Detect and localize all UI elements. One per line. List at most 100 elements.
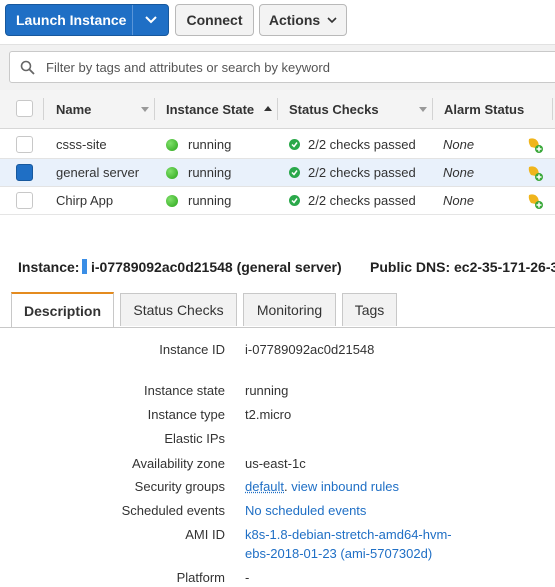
sort-ascending-icon[interactable]	[264, 106, 272, 111]
tab-monitoring-label: Monitoring	[257, 302, 322, 318]
launch-instance-button[interactable]: Launch Instance	[5, 4, 169, 36]
ami-id-link-line1[interactable]: k8s-1.8-debian-stretch-amd64-hvm-	[245, 527, 452, 542]
column-checks-label: Status Checks	[289, 102, 379, 117]
column-name-label: Name	[56, 102, 91, 117]
public-dns-value: ec2-35-171-26-3	[454, 259, 555, 275]
tab-status-checks[interactable]: Status Checks	[120, 293, 237, 326]
actions-button[interactable]: Actions	[259, 4, 347, 36]
instance-name: csss-site	[56, 131, 107, 158]
alarm-status: None	[443, 187, 474, 214]
table-row[interactable]: csss-site running 2/2 checks passed None	[0, 131, 555, 159]
row-checkbox[interactable]	[16, 192, 33, 209]
platform-value: -	[245, 570, 249, 585]
tab-monitoring[interactable]: Monitoring	[243, 293, 336, 326]
instance-state: running	[166, 159, 231, 186]
filter-bar: Filter by tags and attributes or search …	[0, 44, 555, 92]
instance-state: running	[166, 131, 231, 158]
instance-type-value: t2.micro	[245, 407, 291, 422]
security-groups-value: default. view inbound rules	[245, 479, 399, 494]
status-checks[interactable]: 2/2 checks passed	[289, 187, 416, 214]
ami-id-link-line2[interactable]: ebs-2018-01-23 (ami-5707302d)	[245, 546, 432, 561]
description-panel: Instance ID i-07789092ac0d21548 Instance…	[0, 328, 555, 587]
ami-id-label: AMI ID	[185, 527, 225, 542]
column-divider	[277, 98, 278, 120]
elastic-ips-label: Elastic IPs	[164, 431, 225, 446]
scheduled-events-link[interactable]: No scheduled events	[245, 503, 366, 518]
column-divider	[154, 98, 155, 120]
filter-search-input[interactable]: Filter by tags and attributes or search …	[9, 51, 555, 83]
detail-tabs: Description Status Checks Monitoring Tag…	[0, 293, 555, 328]
alarm-status: None	[443, 159, 474, 186]
column-alarm-label: Alarm Status	[444, 102, 524, 117]
column-divider	[43, 98, 44, 120]
chevron-down-icon[interactable]	[133, 16, 168, 24]
instance-state-label: Instance state	[144, 383, 225, 398]
running-status-icon	[166, 195, 178, 207]
column-divider	[432, 98, 433, 120]
instance-label: Instance:	[18, 259, 79, 275]
column-header-alarm-status[interactable]: Alarm Status	[444, 90, 524, 128]
table-row[interactable]: Chirp App running 2/2 checks passed None	[0, 187, 555, 215]
instance-name: general server	[56, 159, 139, 186]
sort-icon[interactable]	[419, 107, 427, 112]
launch-instance-label: Launch Instance	[6, 12, 132, 28]
instance-name: Chirp App	[56, 187, 113, 214]
instance-id-label: Instance ID	[159, 342, 225, 357]
availability-zone-label: Availability zone	[132, 456, 225, 471]
instance-type-label: Instance type	[148, 407, 225, 422]
scheduled-events-label: Scheduled events	[122, 503, 225, 518]
select-all-checkbox[interactable]	[16, 100, 33, 117]
instance-state-label: running	[188, 137, 231, 152]
filter-placeholder: Filter by tags and attributes or search …	[46, 60, 330, 75]
status-checks-label: 2/2 checks passed	[308, 165, 416, 180]
toolbar: Launch Instance Connect Actions	[0, 0, 555, 44]
instance-value: i-07789092ac0d21548 (general server)	[91, 259, 342, 275]
tab-description-label: Description	[24, 303, 101, 319]
sort-icon[interactable]	[141, 107, 149, 112]
instance-state-value: running	[245, 383, 288, 398]
tab-description[interactable]: Description	[11, 292, 114, 327]
tab-status-checks-label: Status Checks	[133, 302, 223, 318]
instances-table-header: Name Instance State Status Checks Alarm …	[0, 90, 555, 129]
column-header-instance-state[interactable]: Instance State	[166, 90, 254, 128]
connect-label: Connect	[187, 12, 243, 28]
instance-state-label: running	[188, 165, 231, 180]
selected-instance-bar: Instance: i-07789092ac0d21548 (general s…	[0, 244, 555, 286]
tab-tags-label: Tags	[355, 302, 385, 318]
check-passed-icon	[289, 139, 300, 150]
status-checks-label: 2/2 checks passed	[308, 193, 416, 208]
status-checks[interactable]: 2/2 checks passed	[289, 131, 416, 158]
status-checks-label: 2/2 checks passed	[308, 137, 416, 152]
actions-label: Actions	[269, 12, 320, 28]
instance-state-label: running	[188, 193, 231, 208]
column-header-name[interactable]: Name	[56, 90, 91, 128]
running-status-icon	[166, 139, 178, 151]
create-alarm-icon[interactable]	[526, 136, 544, 157]
create-alarm-icon[interactable]	[526, 164, 544, 185]
check-passed-icon	[289, 195, 300, 206]
table-row[interactable]: general server running 2/2 checks passed…	[0, 159, 555, 187]
alarm-status: None	[443, 131, 474, 158]
instance-id-value: i-07789092ac0d21548	[245, 342, 374, 357]
check-passed-icon	[289, 167, 300, 178]
running-status-icon	[166, 167, 178, 179]
empty-list-area	[0, 214, 555, 245]
connect-button[interactable]: Connect	[175, 4, 254, 36]
security-groups-label: Security groups	[135, 479, 225, 494]
create-alarm-icon[interactable]	[526, 192, 544, 213]
view-inbound-rules-link[interactable]: view inbound rules	[291, 479, 399, 494]
instance-state: running	[166, 187, 231, 214]
tab-tags[interactable]: Tags	[342, 293, 397, 326]
column-state-label: Instance State	[166, 102, 254, 117]
availability-zone-value: us-east-1c	[245, 456, 306, 471]
security-group-link[interactable]: default	[245, 479, 284, 494]
column-divider	[552, 98, 553, 120]
row-checkbox-checked[interactable]	[16, 164, 33, 181]
chevron-down-icon	[327, 17, 337, 24]
public-dns-label: Public DNS:	[370, 259, 450, 275]
row-checkbox[interactable]	[16, 136, 33, 153]
search-icon	[20, 60, 35, 78]
column-header-status-checks[interactable]: Status Checks	[289, 90, 379, 128]
platform-label: Platform	[177, 570, 225, 585]
status-checks[interactable]: 2/2 checks passed	[289, 159, 416, 186]
